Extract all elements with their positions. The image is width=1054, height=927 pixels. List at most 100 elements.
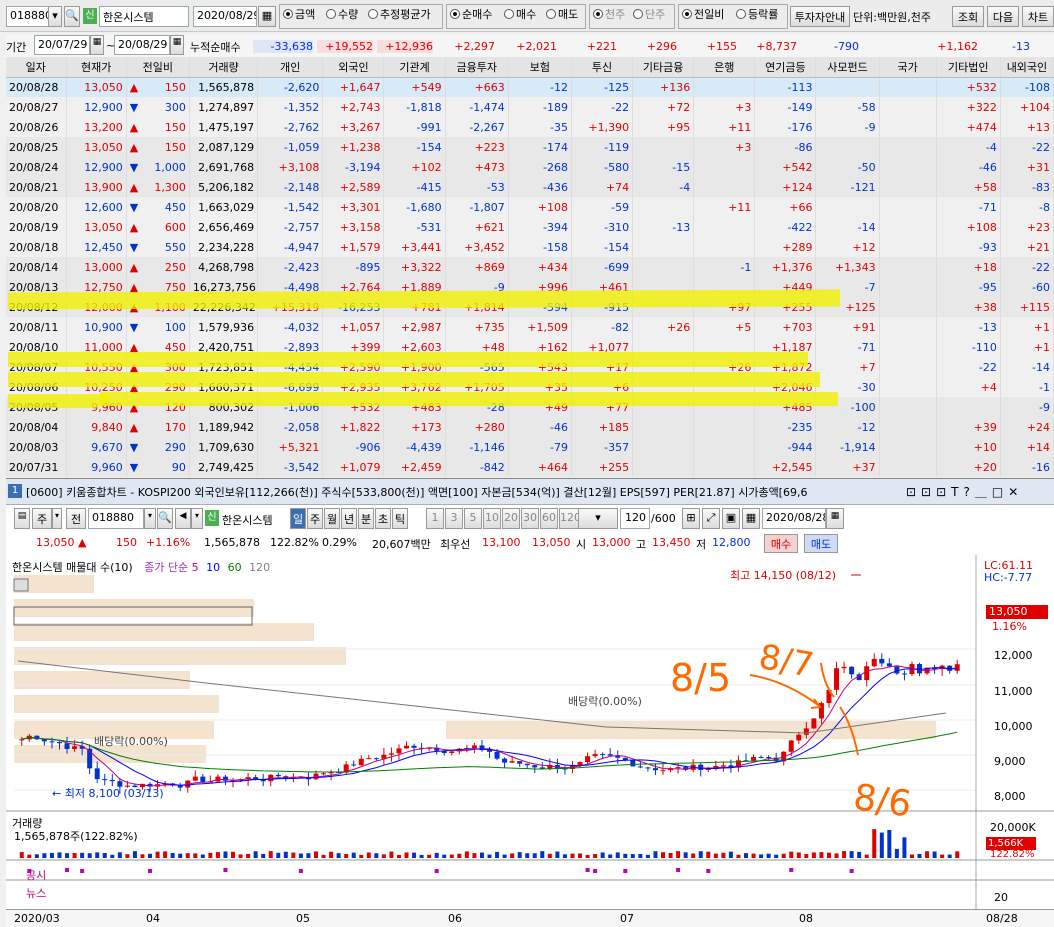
period-0[interactable]: 일 <box>290 508 306 529</box>
chart-search-icon[interactable]: 🔍 <box>157 508 173 529</box>
radio-amount[interactable]: 금액 <box>283 6 315 26</box>
interval-3[interactable]: 3 <box>445 508 463 529</box>
column-header[interactable]: 내외국인 <box>1000 57 1054 78</box>
volume-bar <box>57 852 62 858</box>
volume-bar <box>902 837 907 858</box>
search-icon[interactable]: 🔍 <box>64 6 80 27</box>
table-row[interactable]: 20/08/20 12,600 ▼ 450 1,663,029 -1,542 +3,301-… <box>6 197 1054 217</box>
table-row[interactable]: 20/08/18 12,450 ▼ 550 2,234,228 -4,947 +1,579 +… <box>6 237 1054 257</box>
interval-dropdown[interactable]: ▾ <box>578 508 618 529</box>
interval-10[interactable]: 10 <box>483 508 501 529</box>
volume-bar <box>781 853 786 858</box>
code-dropdown-icon[interactable]: ▾ <box>48 6 62 27</box>
radio-net-buy[interactable]: 순매수 <box>450 6 492 26</box>
period-1[interactable]: 주 <box>307 508 323 529</box>
cell-value: -149 <box>754 97 817 117</box>
cell-value <box>632 197 695 217</box>
volume-bar <box>713 853 718 858</box>
cell-value: -86 <box>754 137 817 157</box>
type-dropdown-icon[interactable]: ▾ <box>52 508 62 529</box>
table-row[interactable]: 20/08/24 12,900 ▼ 1,000 2,691,768 +3,108 -3,19… <box>6 157 1054 177</box>
column-header[interactable]: 거래량 <box>189 57 259 78</box>
column-header[interactable]: 개인 <box>257 57 324 78</box>
chart-code-input[interactable]: 018880 <box>88 508 144 529</box>
calendar-icon[interactable]: ▦ <box>258 6 276 27</box>
column-header[interactable]: 사모펀드 <box>815 57 880 78</box>
column-header[interactable]: 보험 <box>508 57 572 78</box>
calc-icon[interactable]: ▦ <box>742 508 760 529</box>
chart-button[interactable]: 차트 <box>1022 6 1054 27</box>
buy-button[interactable]: 매수 <box>764 534 798 553</box>
table-row[interactable]: 20/08/25 13,050 ▲ 150 2,087,129 -1,059 +1,238-… <box>6 137 1054 157</box>
column-header[interactable]: 전일비 <box>126 57 190 78</box>
column-header[interactable]: 기타금융 <box>632 57 695 78</box>
period-3[interactable]: 년 <box>341 508 357 529</box>
volume-bar <box>789 851 794 858</box>
sound-icon[interactable]: ◀ <box>175 508 191 529</box>
period-5[interactable]: 초 <box>375 508 391 529</box>
price-chart[interactable]: 최고 14,150 (08/12) ← 최저 8,100 (03/13) 배당락(0… <box>6 555 1054 927</box>
zoom-icon[interactable]: ⊞ <box>682 508 700 529</box>
query-button[interactable]: 조회 <box>952 6 984 27</box>
column-header[interactable]: 연기금등 <box>754 57 817 78</box>
menu-icon[interactable]: ▤ <box>14 508 30 529</box>
table-row[interactable]: 20/08/04 9,840 ▲ 170 1,189,942 -2,058 +1,822 +1… <box>6 417 1054 437</box>
period-6[interactable]: 틱 <box>392 508 408 529</box>
table-row[interactable]: 20/08/19 13,050 ▲ 600 2,656,469 -2,757 +3,158-… <box>6 217 1054 237</box>
investor-guide-button[interactable]: 투자자안내 <box>790 6 850 27</box>
table-row[interactable]: 20/08/26 13,200 ▲ 150 1,475,197 -2,762 +3,267-… <box>6 117 1054 137</box>
radio-rate[interactable]: 등락률 <box>736 6 778 26</box>
cell-value: +115 <box>1000 297 1054 317</box>
date-field[interactable]: 2020/08/29 <box>193 6 257 27</box>
column-header[interactable]: 투신 <box>571 57 634 78</box>
table-row[interactable]: 20/08/21 13,900 ▲ 1,300 5,206,182 -2,148 +2,58… <box>6 177 1054 197</box>
chart-code-dropdown-icon[interactable]: ▾ <box>144 508 156 529</box>
change-value: 550 <box>164 240 186 254</box>
table-row[interactable]: 20/08/11 10,900 ▼ 100 1,579,936 -4,032 +1,057 +… <box>6 317 1054 337</box>
sell-button[interactable]: 매도 <box>804 534 838 553</box>
save-icon[interactable]: ▣ <box>722 508 740 529</box>
radio-prev-day[interactable]: 전일비 <box>682 6 724 26</box>
cell-value: +1,647 <box>322 77 385 97</box>
chart-calendar-icon[interactable]: ▦ <box>826 508 844 529</box>
column-header[interactable]: 일자 <box>6 57 67 78</box>
count-input[interactable]: 120 <box>620 508 650 529</box>
next-button[interactable]: 다음 <box>987 6 1019 27</box>
interval-1[interactable]: 1 <box>426 508 444 529</box>
radio-single[interactable]: 단주 <box>633 6 665 26</box>
radio-thousand[interactable]: 천주 <box>593 6 625 26</box>
column-header[interactable]: 외국인 <box>322 57 385 78</box>
column-header[interactable]: 은행 <box>693 57 756 78</box>
radio-avg[interactable]: 추정평균가 <box>368 6 431 26</box>
column-header[interactable]: 기타법인 <box>936 57 1001 78</box>
chart-date-input[interactable]: 2020/08/28 <box>762 508 826 529</box>
top-toolbar: 018880 ▾ 🔍 신 한온시스템 2020/08/29 ▦ 금액 수량 추정… <box>0 0 1054 32</box>
table-row[interactable]: 20/08/28 13,050 ▲ 150 1,565,878 -2,620 +1,647 +… <box>6 77 1054 97</box>
cell-value: +549 <box>383 77 446 97</box>
interval-60[interactable]: 60 <box>540 508 558 529</box>
radio-sell[interactable]: 매도 <box>546 6 578 26</box>
column-header[interactable]: 금융투자 <box>445 57 509 78</box>
interval-120[interactable]: 120 <box>559 508 579 529</box>
sound-dropdown-icon[interactable]: ▾ <box>191 508 203 529</box>
type-select[interactable]: 주 <box>32 508 52 529</box>
column-header[interactable]: 현재가 <box>66 57 127 78</box>
column-header[interactable]: 기관계 <box>383 57 446 78</box>
radio-buy[interactable]: 매수 <box>504 6 536 26</box>
interval-5[interactable]: 5 <box>464 508 482 529</box>
cell-date: 20/08/19 <box>6 217 67 237</box>
table-row[interactable]: 20/08/03 9,670 ▼ 290 1,709,630 +5,321 -906 -4,4… <box>6 437 1054 457</box>
low-label: ← 최저 8,100 (03/13) <box>52 787 164 800</box>
table-row[interactable]: 20/08/14 13,000 ▲ 250 4,268,798 -2,423 -895 +3,… <box>6 257 1054 277</box>
cell-value <box>815 77 880 97</box>
interval-30[interactable]: 30 <box>521 508 539 529</box>
radio-qty[interactable]: 수량 <box>326 6 358 26</box>
interval-20[interactable]: 20 <box>502 508 520 529</box>
column-header[interactable]: 국가 <box>879 57 937 78</box>
tool-icon[interactable]: ⤢ <box>702 508 720 529</box>
prev-button[interactable]: 전 <box>66 508 86 529</box>
table-row[interactable]: 20/08/27 12,900 ▼ 300 1,274,897 -1,352 +2,743-… <box>6 97 1054 117</box>
table-row[interactable]: 20/07/31 9,960 ▼ 90 2,749,425 -3,542 +1,079 +2,… <box>6 457 1054 477</box>
period-2[interactable]: 월 <box>324 508 340 529</box>
period-4[interactable]: 분 <box>358 508 374 529</box>
